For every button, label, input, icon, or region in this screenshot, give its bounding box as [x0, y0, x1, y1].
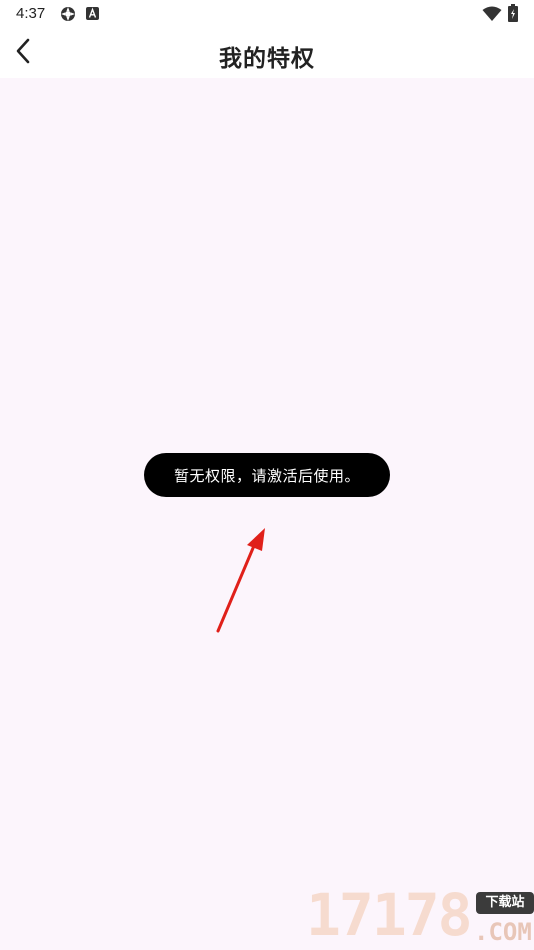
battery-icon [508, 4, 518, 22]
status-bar: 4:37 [0, 0, 534, 28]
watermark-badge: 下载站 [476, 892, 534, 914]
status-time: 4:37 [16, 5, 46, 22]
a-app-icon [86, 7, 99, 20]
watermark-number: 17178 [306, 881, 473, 949]
annotation-arrow [216, 528, 265, 633]
wifi-icon [482, 6, 502, 21]
settings-app-icon [61, 7, 75, 21]
header-bar: 我的特权 [0, 28, 534, 78]
page-title: 我的特权 [219, 46, 315, 72]
toast-text: 暂无权限，请激活后使用。 [173, 466, 360, 485]
app-screen: 4:37 我的特权 暂无权限，请激活后使用。 17178 下载站 .COM [0, 0, 534, 950]
toast-message: 暂无权限，请激活后使用。 [144, 453, 390, 497]
site-watermark: 17178 下载站 .COM [306, 880, 534, 950]
watermark-domain: .COM [474, 918, 532, 946]
privileges-content-area [0, 78, 534, 950]
